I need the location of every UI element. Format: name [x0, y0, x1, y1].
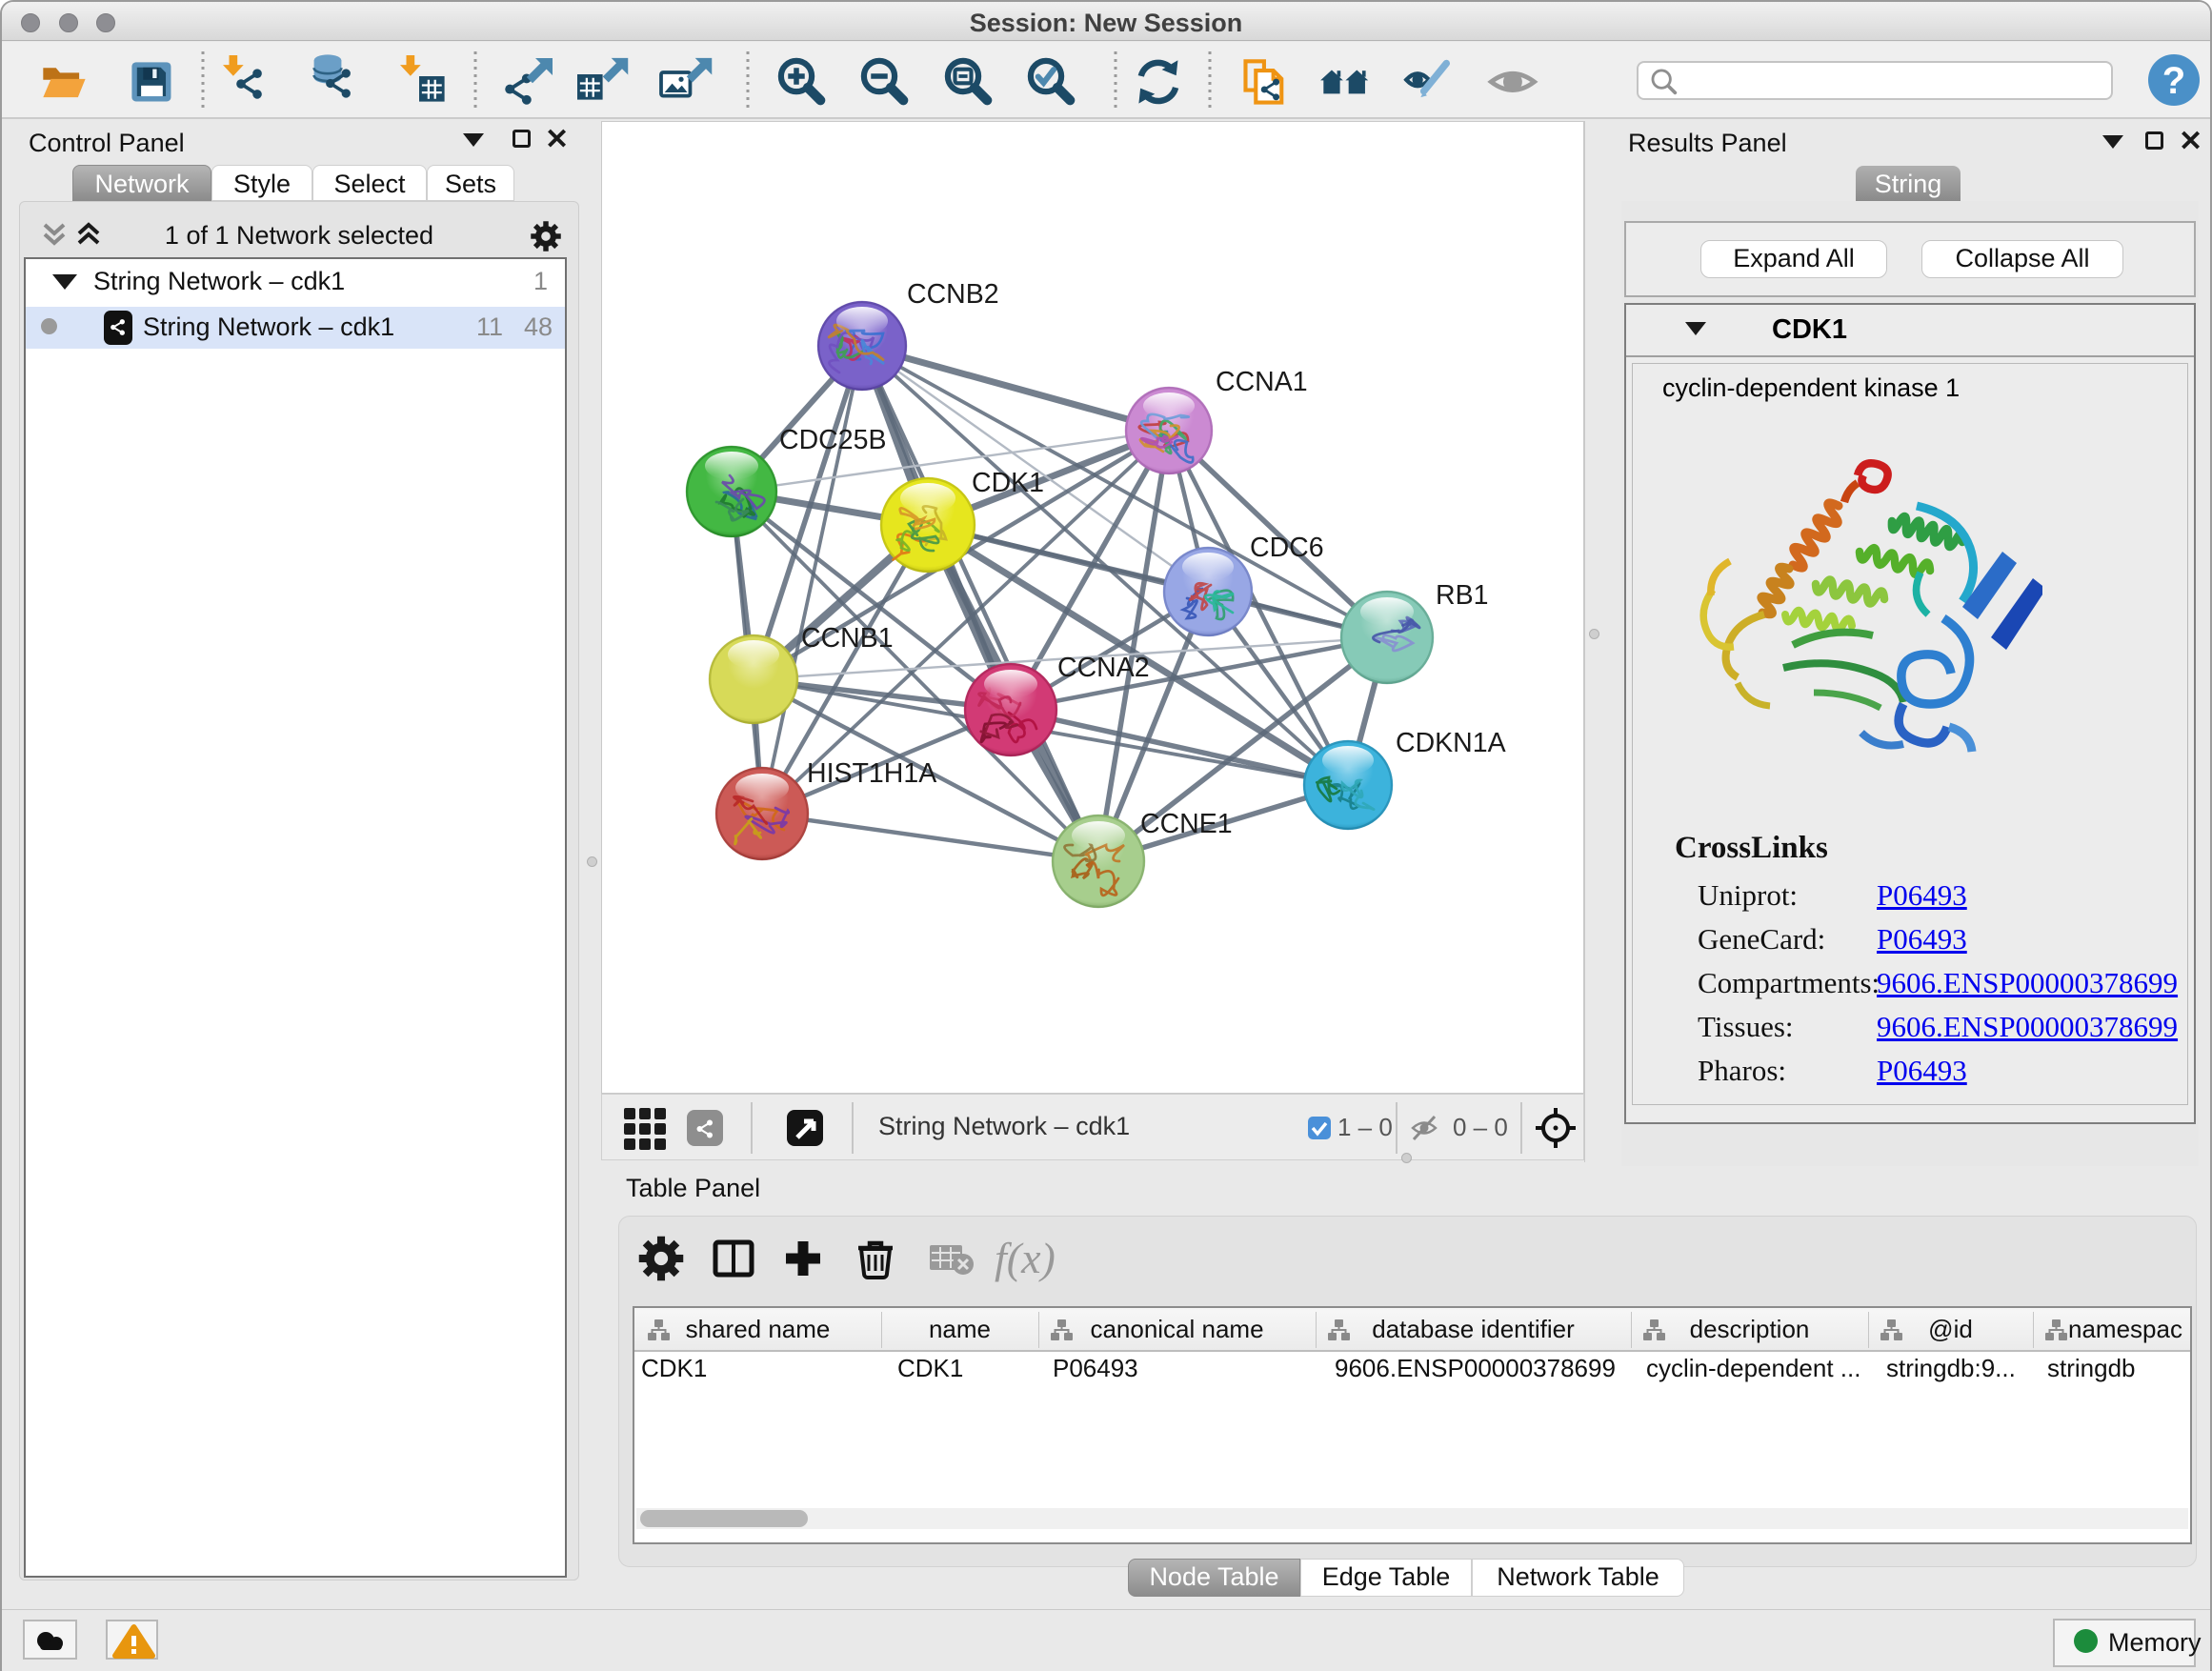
svg-text:CCNB2: CCNB2	[907, 279, 999, 310]
svg-text:CDC25B: CDC25B	[779, 425, 886, 455]
svg-text:RB1: RB1	[1436, 580, 1488, 611]
svg-text:CDKN1A: CDKN1A	[1396, 728, 1506, 758]
svg-text:HIST1H1A: HIST1H1A	[807, 758, 936, 789]
svg-text:CCNA2: CCNA2	[1057, 653, 1150, 683]
svg-text:f(x): f(x)	[995, 1234, 1056, 1282]
svg-text:CCNA1: CCNA1	[1216, 367, 1308, 397]
svg-text:?: ?	[2162, 60, 2185, 102]
svg-text:CDK1: CDK1	[972, 468, 1044, 498]
svg-text:CCNE1: CCNE1	[1140, 809, 1233, 839]
svg-text:CDC6: CDC6	[1250, 533, 1324, 563]
svg-text:CCNB1: CCNB1	[801, 623, 894, 654]
